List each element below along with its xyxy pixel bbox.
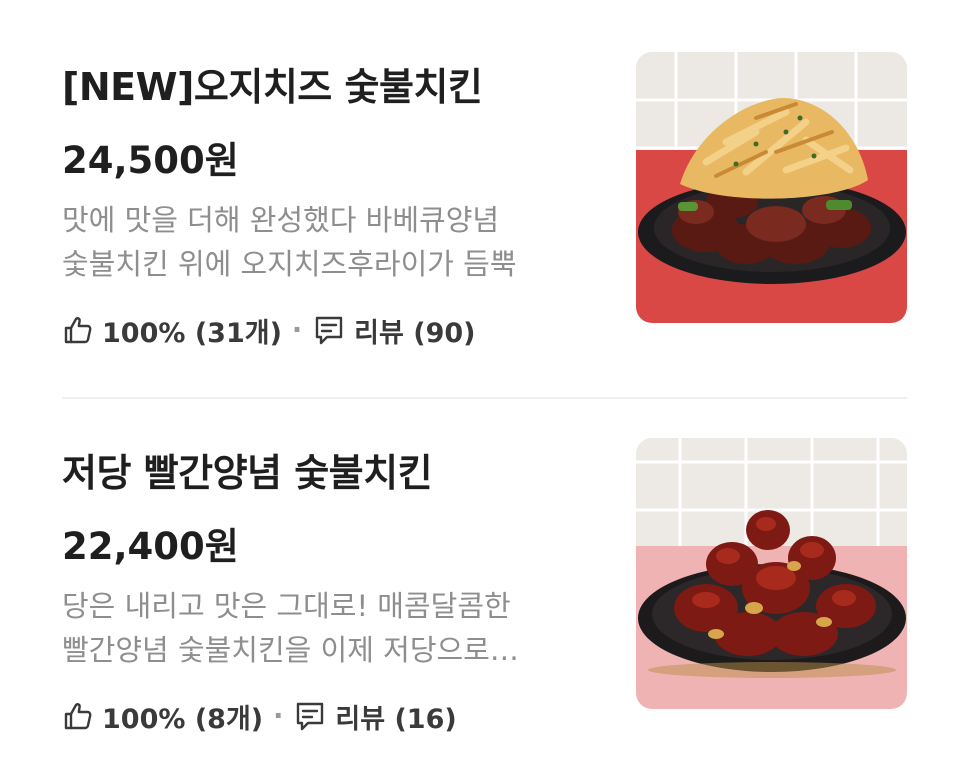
menu-item-name: [NEW]오지치즈 숯불치킨	[62, 65, 483, 109]
review-bubble-icon	[312, 313, 346, 347]
menu-item-meta: 100% (8개) · 리뷰 (16)	[62, 694, 457, 738]
like-percentage: 100% (8개)	[102, 703, 264, 735]
menu-item-description: 맛에 맛을 더해 완성했다 바베큐양념 숯불치킨 위에 오지치즈후라이가 듬뿍	[62, 198, 602, 286]
description-line: 숯불치킨 위에 오지치즈후라이가 듬뿍	[62, 247, 517, 281]
menu-item-price: 22,400원	[62, 525, 239, 568]
thumbs-up-icon	[62, 314, 94, 346]
menu-item-name: 저당 빨간양념 숯불치킨	[62, 451, 433, 495]
menu-item-meta: 100% (31개) · 리뷰 (90)	[62, 308, 476, 352]
menu-item-photo[interactable]	[636, 438, 907, 709]
thumbs-up-icon	[62, 700, 94, 732]
review-count[interactable]: 리뷰 (16)	[335, 697, 456, 736]
menu-item-photo[interactable]	[636, 52, 907, 323]
like-percentage: 100% (31개)	[102, 317, 282, 349]
description-line: 빨간양념 숯불치킨을 이제 저당으로…	[62, 633, 519, 667]
menu-item-price: 24,500원	[62, 139, 239, 182]
menu-item-description: 당은 내리고 맛은 그대로! 매콤달콤한 빨간양념 숯불치킨을 이제 저당으로…	[62, 584, 602, 672]
description-line: 맛에 맛을 더해 완성했다 바베큐양념	[62, 203, 500, 237]
meta-separator: ·	[291, 314, 303, 346]
menu-list: [NEW]오지치즈 숯불치킨 24,500원 맛에 맛을 더해 완성했다 바베큐…	[0, 0, 966, 757]
meta-separator: ·	[273, 700, 284, 732]
menu-item[interactable]: [NEW]오지치즈 숯불치킨 24,500원 맛에 맛을 더해 완성했다 바베큐…	[0, 0, 966, 360]
description-line: 당은 내리고 맛은 그대로! 매콤달콤한	[62, 589, 511, 623]
review-count[interactable]: 리뷰 (90)	[354, 311, 475, 350]
review-bubble-icon	[293, 699, 327, 733]
menu-item[interactable]: 저당 빨간양념 숯불치킨 22,400원 당은 내리고 맛은 그대로! 매콤달콤…	[0, 386, 966, 746]
